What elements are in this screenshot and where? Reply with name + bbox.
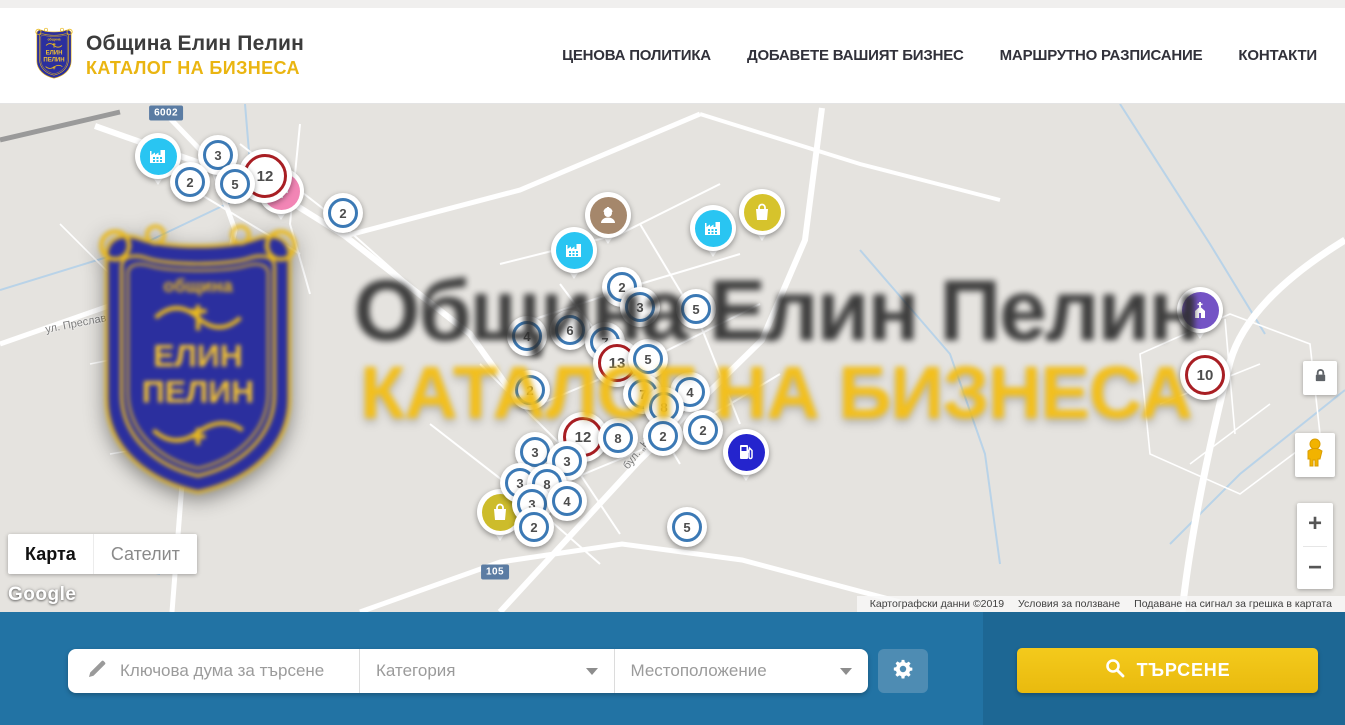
main-nav: ЦЕНОВА ПОЛИТИКА ДОБАВЕТЕ ВАШИЯТ БИЗНЕС МАР… [562, 47, 1317, 64]
site-header: Община Елин Пелин КАТАЛОГ НА БИЗНЕСА ЦЕН… [0, 8, 1345, 104]
lock-icon [1313, 368, 1328, 388]
pin-marker[interactable] [739, 189, 785, 235]
category-dropdown-value: Категория [376, 661, 455, 681]
cluster-marker[interactable]: 3 [620, 287, 660, 327]
attribution-terms-link[interactable]: Условия за ползване [1011, 598, 1127, 610]
cluster-marker[interactable]: 5 [676, 289, 716, 329]
pencil-icon [86, 658, 108, 685]
nav-item-3[interactable]: КОНТАКТИ [1238, 47, 1317, 64]
gas-station-icon [728, 434, 765, 471]
zoom-in-button[interactable]: + [1297, 503, 1333, 546]
nav-item-2[interactable]: МАРШРУТНО РАЗПИСАНИЕ [1000, 47, 1203, 64]
search-fields: Категория Местоположение [68, 649, 868, 693]
advanced-settings-button[interactable] [878, 649, 928, 693]
keyword-search-input[interactable] [120, 661, 345, 681]
pegman-icon [1304, 438, 1326, 473]
cluster-marker[interactable]: 2 [643, 416, 683, 456]
cluster-marker[interactable]: 2 [514, 507, 554, 547]
location-dropdown-value: Местоположение [631, 661, 767, 681]
chevron-down-icon [586, 668, 598, 675]
site-subtitle: КАТАЛОГ НА БИЗНЕСА [86, 58, 304, 79]
nav-item-0[interactable]: ЦЕНОВА ПОЛИТИКА [562, 47, 711, 64]
chevron-down-icon [840, 668, 852, 675]
pin-marker[interactable] [1177, 287, 1223, 333]
cluster-marker[interactable]: 4 [547, 481, 587, 521]
factory-icon [556, 232, 593, 269]
cluster-marker[interactable]: 4 [507, 316, 547, 356]
site-logo[interactable]: Община Елин Пелин КАТАЛОГ НА БИЗНЕСА [34, 26, 304, 85]
pin-marker[interactable] [723, 429, 769, 475]
zoom-control: + − [1297, 503, 1333, 589]
pin-marker[interactable] [690, 205, 736, 251]
lock-button[interactable] [1303, 361, 1337, 395]
nav-item-1[interactable]: ДОБАВЕТЕ ВАШИЯТ БИЗНЕС [747, 47, 964, 64]
cluster-marker[interactable]: 2 [323, 193, 363, 233]
road-badge: 6002 [149, 106, 183, 121]
factory-icon [695, 210, 732, 247]
cluster-marker[interactable]: 6 [550, 310, 590, 350]
attribution-copyright: Картографски данни ©2019 [863, 598, 1011, 610]
location-dropdown[interactable]: Местоположение [614, 649, 869, 693]
cluster-marker[interactable]: 5 [215, 164, 255, 204]
cluster-marker[interactable]: 5 [667, 507, 707, 547]
church-icon [1182, 292, 1219, 329]
factory-icon [140, 138, 177, 175]
search-button[interactable]: ТЪРСЕНЕ [1017, 648, 1318, 693]
map-type-map-button[interactable]: Карта [8, 534, 93, 574]
google-logo[interactable]: Google [8, 584, 76, 606]
pin-marker[interactable] [551, 227, 597, 273]
street-view-pegman-button[interactable] [1295, 433, 1335, 477]
search-icon [1105, 658, 1125, 683]
cluster-marker[interactable]: 8 [598, 418, 638, 458]
search-button-label: ТЪРСЕНЕ [1137, 660, 1231, 681]
municipality-crest-icon [34, 26, 74, 85]
gear-icon [892, 658, 914, 685]
shopping-bag-icon [744, 194, 781, 231]
cluster-marker[interactable]: 10 [1180, 350, 1230, 400]
page-top-strip [0, 0, 1345, 8]
site-title: Община Елин Пелин [86, 32, 304, 56]
cluster-marker[interactable]: 2 [683, 410, 723, 450]
search-bar: Категория Местоположение ТЪРСЕНЕ [0, 612, 1345, 725]
road-badge: 105 [481, 565, 509, 580]
zoom-out-button[interactable]: − [1297, 547, 1333, 590]
map-attribution: Картографски данни ©2019 Условия за полз… [857, 596, 1345, 612]
map-type-control: Карта Сателит [8, 534, 197, 574]
attribution-report-link[interactable]: Подаване на сигнал за грешка в картата [1127, 598, 1339, 610]
map-canvas[interactable]: 6002105 ул. Преславбул. „Новосел 3212522… [0, 104, 1345, 612]
cluster-marker[interactable]: 2 [510, 370, 550, 410]
cluster-marker[interactable]: 2 [170, 162, 210, 202]
map-type-satellite-button[interactable]: Сателит [93, 534, 197, 574]
category-dropdown[interactable]: Категория [359, 649, 614, 693]
keyword-field-wrap [68, 649, 359, 693]
cluster-marker[interactable]: 5 [628, 339, 668, 379]
